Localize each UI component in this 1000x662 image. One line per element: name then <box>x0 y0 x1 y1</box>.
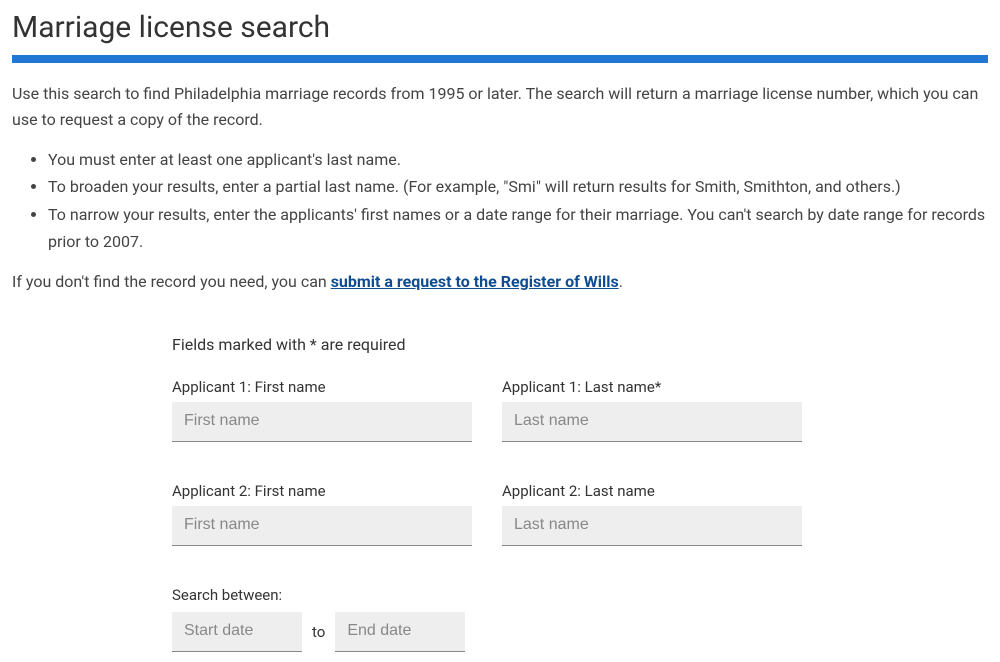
fallback-text: If you don't find the record you need, y… <box>12 269 988 295</box>
register-of-wills-link[interactable]: submit a request to the Register of Will… <box>331 272 619 291</box>
applicant-1-first-input[interactable] <box>172 402 472 442</box>
applicant-2-row: Applicant 2: First name Applicant 2: Las… <box>172 482 988 546</box>
applicant-1-last-input[interactable] <box>502 402 802 442</box>
fallback-suffix: . <box>619 272 623 291</box>
applicant-1-row: Applicant 1: First name Applicant 1: Las… <box>172 378 988 442</box>
date-range-row: to <box>172 612 988 652</box>
title-divider <box>12 55 988 63</box>
applicant-2-first-label: Applicant 2: First name <box>172 482 472 500</box>
end-date-input[interactable] <box>335 612 465 652</box>
page-title: Marriage license search <box>12 10 988 45</box>
applicant-2-last-group: Applicant 2: Last name <box>502 482 802 546</box>
instruction-item: To broaden your results, enter a partial… <box>48 173 988 200</box>
required-note: Fields marked with * are required <box>172 335 988 354</box>
applicant-1-first-label: Applicant 1: First name <box>172 378 472 396</box>
applicant-2-first-group: Applicant 2: First name <box>172 482 472 546</box>
applicant-2-last-label: Applicant 2: Last name <box>502 482 802 500</box>
instruction-item: To narrow your results, enter the applic… <box>48 201 988 255</box>
fallback-prefix: If you don't find the record you need, y… <box>12 272 331 291</box>
applicant-2-last-input[interactable] <box>502 506 802 546</box>
date-range-section: Search between: to <box>172 586 988 652</box>
date-range-label: Search between: <box>172 586 988 604</box>
applicant-1-first-group: Applicant 1: First name <box>172 378 472 442</box>
instruction-item: You must enter at least one applicant's … <box>48 146 988 173</box>
intro-paragraph: Use this search to find Philadelphia mar… <box>12 81 988 132</box>
applicant-1-last-label: Applicant 1: Last name* <box>502 378 802 396</box>
search-form: Fields marked with * are required Applic… <box>12 335 988 652</box>
instruction-list: You must enter at least one applicant's … <box>48 146 988 255</box>
applicant-1-last-group: Applicant 1: Last name* <box>502 378 802 442</box>
applicant-2-first-input[interactable] <box>172 506 472 546</box>
start-date-input[interactable] <box>172 612 302 652</box>
date-range-separator: to <box>312 623 325 641</box>
